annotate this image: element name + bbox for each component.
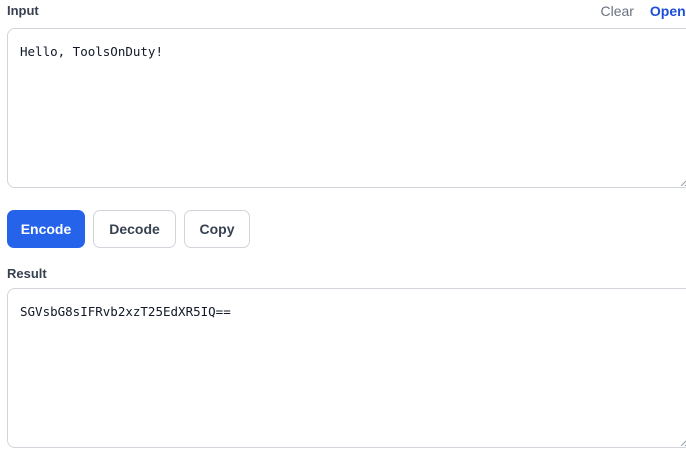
encode-button[interactable]: Encode [7,210,85,248]
result-label: Result [7,266,47,281]
input-actions: Clear Open fil [601,3,686,19]
result-resize-handle[interactable] [681,438,686,446]
result-textarea[interactable]: SGVsbG8sIFRvb2xzT25EdXR5IQ== [7,288,686,448]
clear-link[interactable]: Clear [601,3,634,19]
copy-button[interactable]: Copy [184,210,250,248]
open-file-link[interactable]: Open fil [650,3,686,19]
input-textarea[interactable]: Hello, ToolsOnDuty! [7,28,686,188]
input-resize-handle[interactable] [681,178,686,186]
input-label: Input [7,3,39,18]
decode-button[interactable]: Decode [93,210,176,248]
